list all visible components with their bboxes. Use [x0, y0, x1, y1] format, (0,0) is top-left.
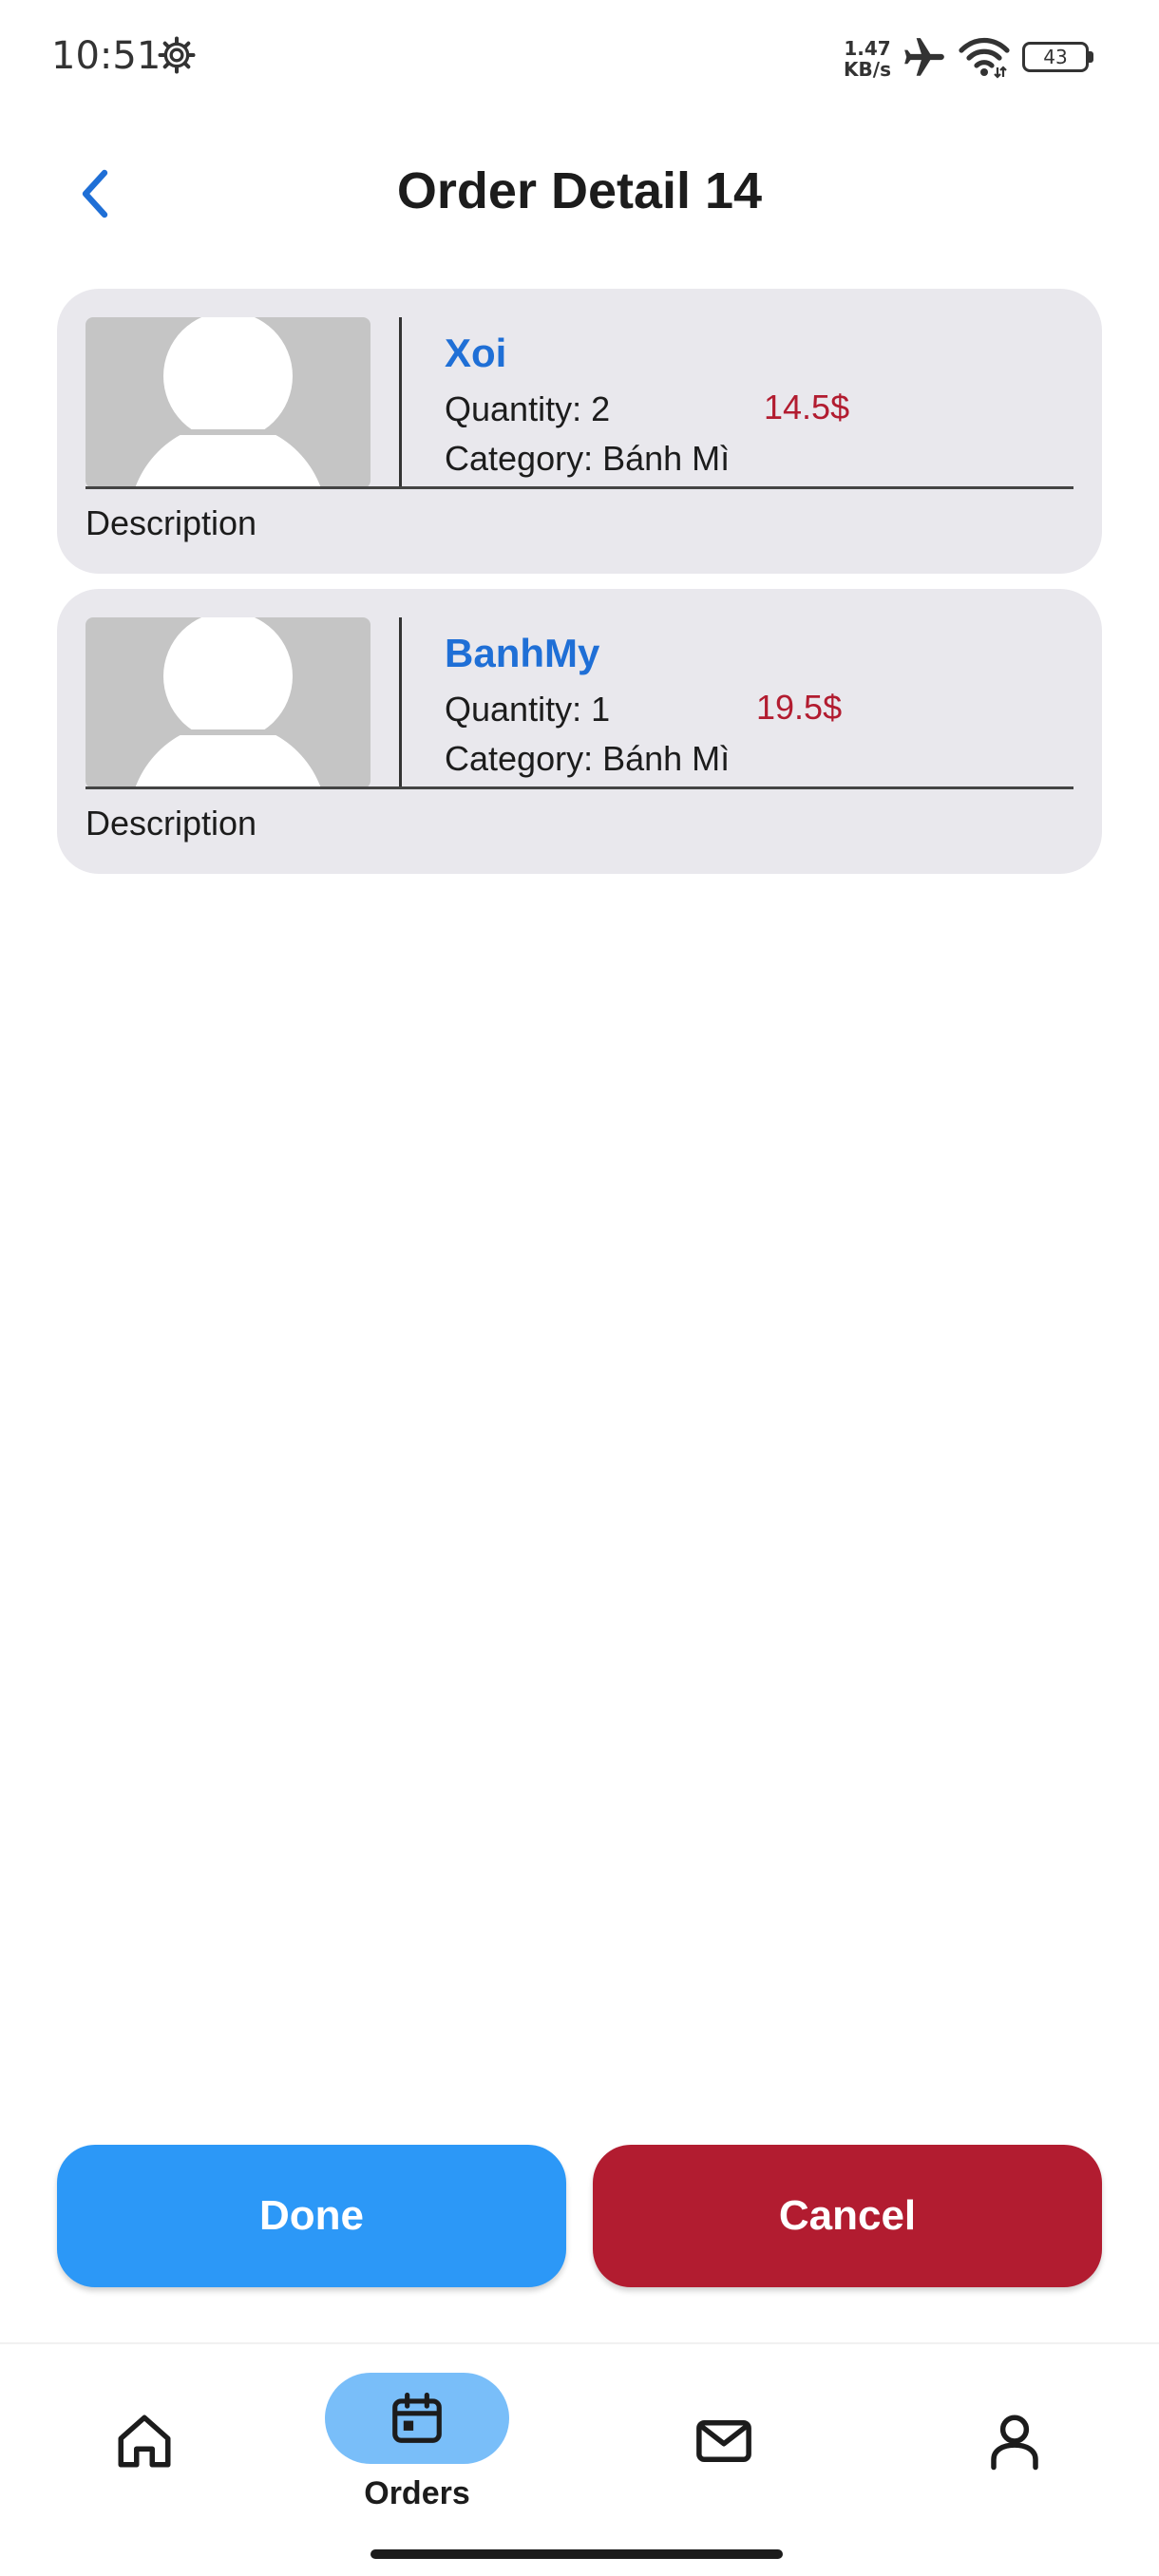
order-item-card[interactable]: BanhMy Quantity: 1 19.5$ Category: Bánh … — [57, 589, 1102, 874]
done-button[interactable]: Done — [57, 2145, 566, 2287]
item-description: Description — [86, 503, 257, 542]
airplane-icon — [904, 38, 944, 76]
item-name: Xoi — [445, 331, 507, 375]
item-name: BanhMy — [445, 631, 600, 675]
vertical-divider — [399, 617, 402, 788]
item-price: 14.5$ — [764, 388, 850, 426]
horizontal-divider — [86, 486, 1074, 489]
nav-active-indicator — [325, 2373, 509, 2464]
status-bar: 10:51 1.47 KB/s 43 — [0, 0, 1159, 114]
home-icon — [118, 2415, 171, 2468]
item-quantity: Quantity: 1 — [445, 690, 611, 729]
mail-icon — [696, 2420, 751, 2462]
wifi-icon — [959, 37, 1010, 79]
battery-level: 43 — [1043, 46, 1068, 68]
nav-item-orders[interactable]: Orders — [325, 2344, 509, 2534]
item-image-placeholder — [86, 617, 370, 788]
person-icon — [991, 2415, 1038, 2471]
cancel-button[interactable]: Cancel — [593, 2145, 1102, 2287]
avatar-placeholder-icon — [86, 617, 370, 788]
battery-icon: 43 — [1022, 42, 1094, 72]
item-image-placeholder — [86, 317, 370, 488]
page-title: Order Detail 14 — [396, 162, 763, 219]
item-description: Description — [86, 804, 257, 843]
settings-gear-icon — [158, 36, 196, 74]
calendar-icon — [392, 2392, 442, 2443]
network-speed: 1.47 KB/s — [842, 38, 893, 80]
item-category: Category: Bánh Mì — [445, 739, 731, 778]
network-speed-unit: KB/s — [844, 58, 891, 81]
item-price: 19.5$ — [756, 688, 843, 727]
network-speed-value: 1.47 — [844, 37, 891, 60]
item-quantity: Quantity: 2 — [445, 389, 611, 428]
nav-label-orders: Orders — [364, 2475, 470, 2511]
bottom-navigation: Orders — [0, 2342, 1159, 2576]
order-item-card[interactable]: Xoi Quantity: 2 14.5$ Category: Bánh Mì … — [57, 289, 1102, 574]
home-indicator[interactable] — [370, 2549, 783, 2559]
nav-item-profile[interactable] — [948, 2344, 1081, 2534]
avatar-placeholder-icon — [86, 317, 370, 488]
nav-item-home[interactable] — [78, 2344, 211, 2534]
status-time: 10:51 — [51, 34, 162, 78]
vertical-divider — [399, 317, 402, 488]
nav-item-messages[interactable] — [657, 2344, 790, 2534]
item-category: Category: Bánh Mì — [445, 439, 731, 478]
horizontal-divider — [86, 786, 1074, 789]
